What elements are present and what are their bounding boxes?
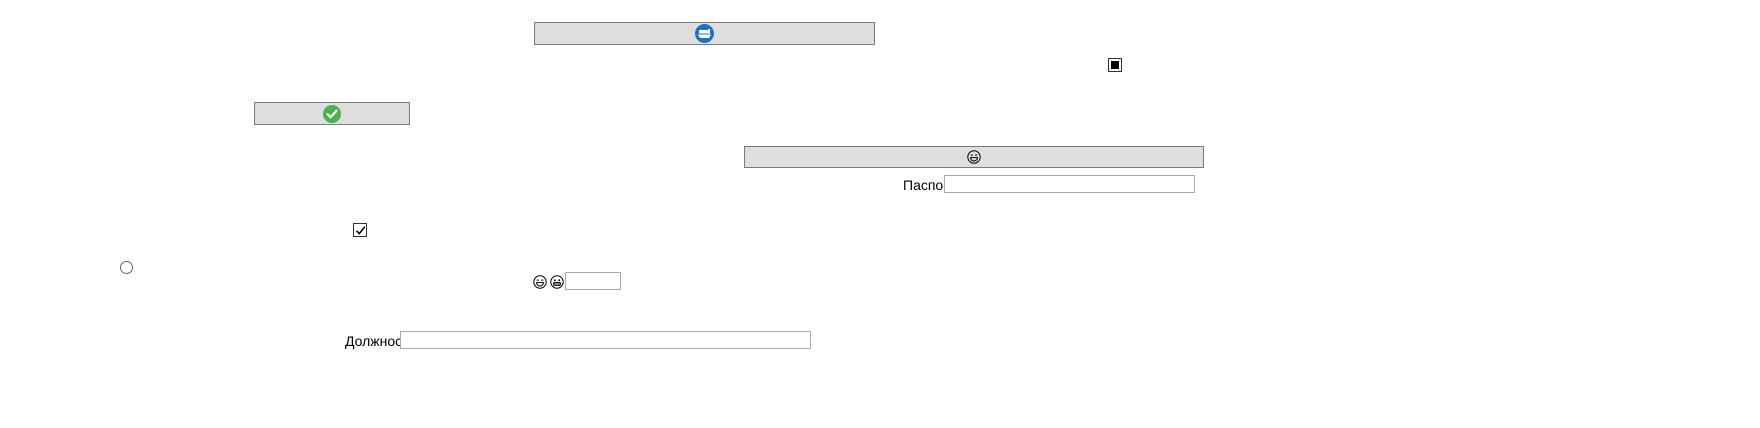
emoji-input[interactable] [565, 272, 621, 290]
check-mark-icon [355, 225, 366, 236]
position-field[interactable] [400, 331, 811, 349]
laughing-face-icon [967, 150, 981, 164]
check-circle-icon [323, 104, 341, 123]
emoji-button[interactable] [744, 146, 1204, 168]
radio-button[interactable] [120, 261, 133, 274]
grinning-face-icon[interactable] [550, 275, 564, 294]
stop-checkbox[interactable] [1108, 58, 1122, 72]
ok-button[interactable] [254, 102, 410, 125]
passport-field[interactable] [944, 175, 1195, 193]
ship-icon [695, 24, 714, 43]
ship-button[interactable] [534, 22, 875, 45]
stop-square-icon [1111, 61, 1119, 69]
laughing-face-icon[interactable] [533, 275, 547, 294]
main-checkbox[interactable] [353, 223, 367, 237]
